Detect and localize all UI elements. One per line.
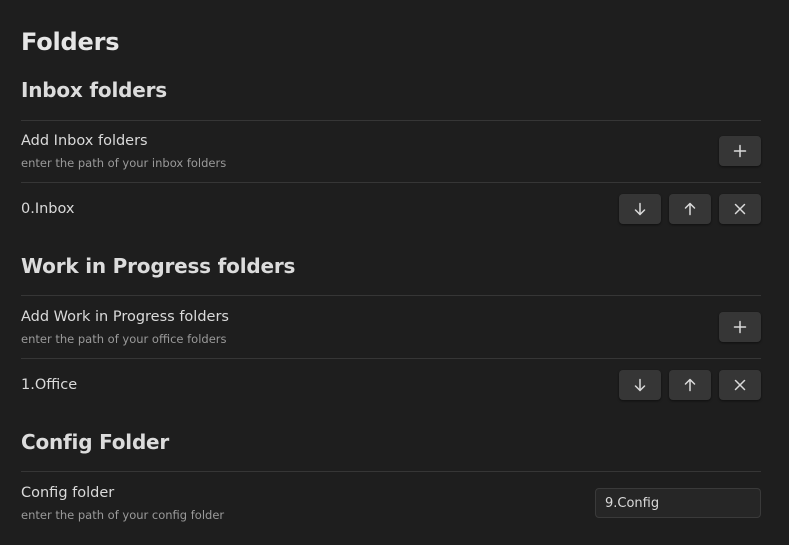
plus-icon (733, 320, 747, 334)
add-wip-folders-description: enter the path of your office folders (21, 332, 227, 346)
wip-folder-item-label: 1.Office (21, 377, 78, 393)
wip-section-heading: Work in Progress folders (21, 254, 296, 278)
move-up-button[interactable] (669, 370, 711, 400)
config-section-heading: Config Folder (21, 430, 170, 454)
config-folder-label: Config folder (21, 485, 115, 501)
divider (21, 182, 761, 183)
inbox-section-heading: Inbox folders (21, 78, 167, 102)
add-wip-folders-label: Add Work in Progress folders (21, 309, 229, 325)
config-folder-description: enter the path of your config folder (21, 508, 225, 522)
remove-button[interactable] (719, 194, 761, 224)
divider (21, 120, 761, 121)
move-down-button[interactable] (619, 370, 661, 400)
move-down-button[interactable] (619, 194, 661, 224)
add-wip-folder-button[interactable] (719, 312, 761, 342)
page-title: Folders (21, 28, 120, 56)
inbox-folder-item-label: 0.Inbox (21, 201, 75, 217)
add-inbox-folders-label: Add Inbox folders (21, 133, 148, 149)
plus-icon (733, 144, 747, 158)
arrow-up-icon (684, 378, 696, 392)
settings-page: Folders Inbox folders Add Inbox folders … (0, 0, 789, 545)
divider (21, 295, 761, 296)
arrow-down-icon (634, 202, 646, 216)
move-up-button[interactable] (669, 194, 711, 224)
remove-button[interactable] (719, 370, 761, 400)
arrow-up-icon (684, 202, 696, 216)
divider (21, 471, 761, 472)
close-icon (734, 379, 746, 391)
divider (21, 358, 761, 359)
add-inbox-folders-description: enter the path of your inbox folders (21, 156, 227, 170)
add-inbox-folder-button[interactable] (719, 136, 761, 166)
close-icon (734, 203, 746, 215)
arrow-down-icon (634, 378, 646, 392)
config-folder-input[interactable] (595, 488, 761, 518)
